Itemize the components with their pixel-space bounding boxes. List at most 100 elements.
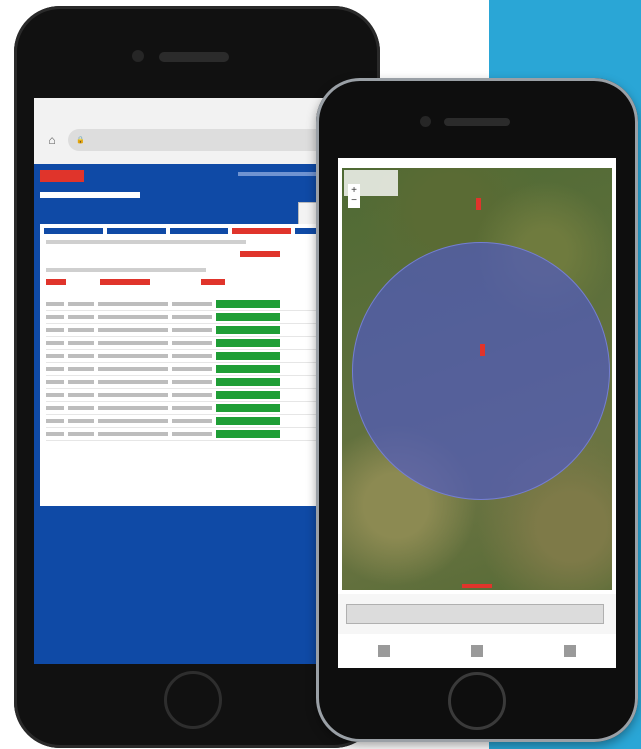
table-row[interactable] bbox=[46, 389, 352, 402]
table-row[interactable] bbox=[46, 311, 352, 324]
row-date-cell bbox=[172, 341, 212, 345]
site-title bbox=[40, 192, 140, 198]
tab-1[interactable] bbox=[44, 228, 103, 234]
alert-tag bbox=[200, 279, 225, 285]
row-id-cell bbox=[46, 432, 64, 436]
status-bar bbox=[338, 158, 616, 168]
row-date-cell bbox=[172, 302, 212, 306]
status-bar-indicator bbox=[216, 326, 280, 334]
row-link-cell bbox=[68, 432, 94, 436]
row-link-cell bbox=[68, 315, 94, 319]
row-date-cell bbox=[172, 393, 212, 397]
row-link-cell bbox=[68, 328, 94, 332]
status-bar-indicator bbox=[216, 365, 280, 373]
table-row[interactable] bbox=[46, 363, 352, 376]
status-bar-indicator bbox=[216, 391, 280, 399]
row-desc-cell bbox=[98, 432, 168, 436]
satellite-map[interactable]: + − bbox=[342, 168, 612, 590]
row-desc-cell bbox=[98, 393, 168, 397]
row-desc-cell bbox=[98, 341, 168, 345]
row-id-cell bbox=[46, 367, 64, 371]
table-row[interactable] bbox=[46, 298, 352, 311]
home-icon[interactable]: ⌂ bbox=[44, 132, 60, 148]
table-row[interactable] bbox=[46, 337, 352, 350]
table-row[interactable] bbox=[46, 415, 352, 428]
row-link-cell bbox=[68, 393, 94, 397]
row-date-cell bbox=[172, 328, 212, 332]
site-logo[interactable] bbox=[40, 170, 84, 182]
status-bar-indicator bbox=[216, 378, 280, 386]
row-date-cell bbox=[172, 315, 212, 319]
row-id-cell bbox=[46, 393, 64, 397]
tab-4-active[interactable] bbox=[232, 228, 292, 234]
table-row[interactable] bbox=[46, 376, 352, 389]
front-camera bbox=[132, 50, 144, 62]
row-desc-cell bbox=[98, 328, 168, 332]
row-desc-cell bbox=[98, 302, 168, 306]
content-panel bbox=[40, 224, 358, 506]
map-controls-footer bbox=[338, 594, 616, 634]
row-id-cell bbox=[46, 328, 64, 332]
nav-home-icon[interactable] bbox=[470, 645, 483, 657]
row-link-cell bbox=[68, 367, 94, 371]
row-date-cell bbox=[172, 406, 212, 410]
row-link-cell bbox=[68, 341, 94, 345]
row-id-cell bbox=[46, 419, 64, 423]
row-desc-cell bbox=[98, 406, 168, 410]
row-desc-cell bbox=[98, 419, 168, 423]
nav-tabs-icon[interactable] bbox=[563, 645, 576, 657]
row-link-cell bbox=[68, 419, 94, 423]
status-bar-indicator bbox=[216, 352, 280, 360]
table-row[interactable] bbox=[46, 428, 352, 441]
table-row[interactable] bbox=[46, 350, 352, 363]
info-line bbox=[46, 268, 206, 272]
status-bar-indicator bbox=[216, 430, 280, 438]
row-link-cell bbox=[68, 380, 94, 384]
zoom-control[interactable]: + − bbox=[348, 184, 360, 208]
search-radius-circle bbox=[352, 242, 610, 500]
row-id-cell bbox=[46, 302, 64, 306]
table-row[interactable] bbox=[46, 402, 352, 415]
info-line bbox=[46, 240, 246, 244]
row-link-cell bbox=[68, 354, 94, 358]
url-field[interactable]: 🔒 bbox=[68, 129, 332, 151]
front-phone: + − bbox=[316, 78, 638, 742]
status-bar-indicator bbox=[216, 417, 280, 425]
earpiece-speaker bbox=[444, 118, 510, 126]
row-date-cell bbox=[172, 419, 212, 423]
row-desc-cell bbox=[98, 367, 168, 371]
table-row[interactable] bbox=[46, 324, 352, 337]
status-bar-indicator bbox=[216, 313, 280, 321]
home-button[interactable] bbox=[164, 671, 222, 729]
row-desc-cell bbox=[98, 315, 168, 319]
row-link-cell bbox=[68, 406, 94, 410]
row-link-cell bbox=[68, 302, 94, 306]
alert-tag bbox=[100, 279, 151, 285]
row-date-cell bbox=[172, 367, 212, 371]
map-scale-bar bbox=[462, 584, 492, 588]
results-table bbox=[46, 298, 352, 441]
tab-3[interactable] bbox=[169, 228, 229, 234]
status-bar-indicator bbox=[216, 404, 280, 412]
alert-tag bbox=[46, 279, 66, 285]
row-date-cell bbox=[172, 354, 212, 358]
nav-back-icon[interactable] bbox=[378, 645, 391, 657]
tab-2[interactable] bbox=[106, 228, 166, 234]
location-pin-icon[interactable] bbox=[480, 344, 485, 356]
row-date-cell bbox=[172, 432, 212, 436]
row-desc-cell bbox=[98, 354, 168, 358]
row-desc-cell bbox=[98, 380, 168, 384]
row-id-cell bbox=[46, 315, 64, 319]
zoom-out-icon[interactable]: − bbox=[351, 196, 357, 206]
status-bar-indicator bbox=[216, 339, 280, 347]
address-input[interactable] bbox=[346, 604, 604, 624]
front-phone-screen: + − bbox=[338, 158, 616, 668]
home-button[interactable] bbox=[448, 672, 506, 730]
bottom-nav bbox=[338, 634, 616, 668]
front-camera bbox=[420, 116, 431, 127]
alert-tag bbox=[240, 251, 280, 257]
earpiece-speaker bbox=[159, 52, 229, 62]
row-id-cell bbox=[46, 354, 64, 358]
row-id-cell bbox=[46, 380, 64, 384]
location-pin-icon[interactable] bbox=[476, 198, 481, 210]
